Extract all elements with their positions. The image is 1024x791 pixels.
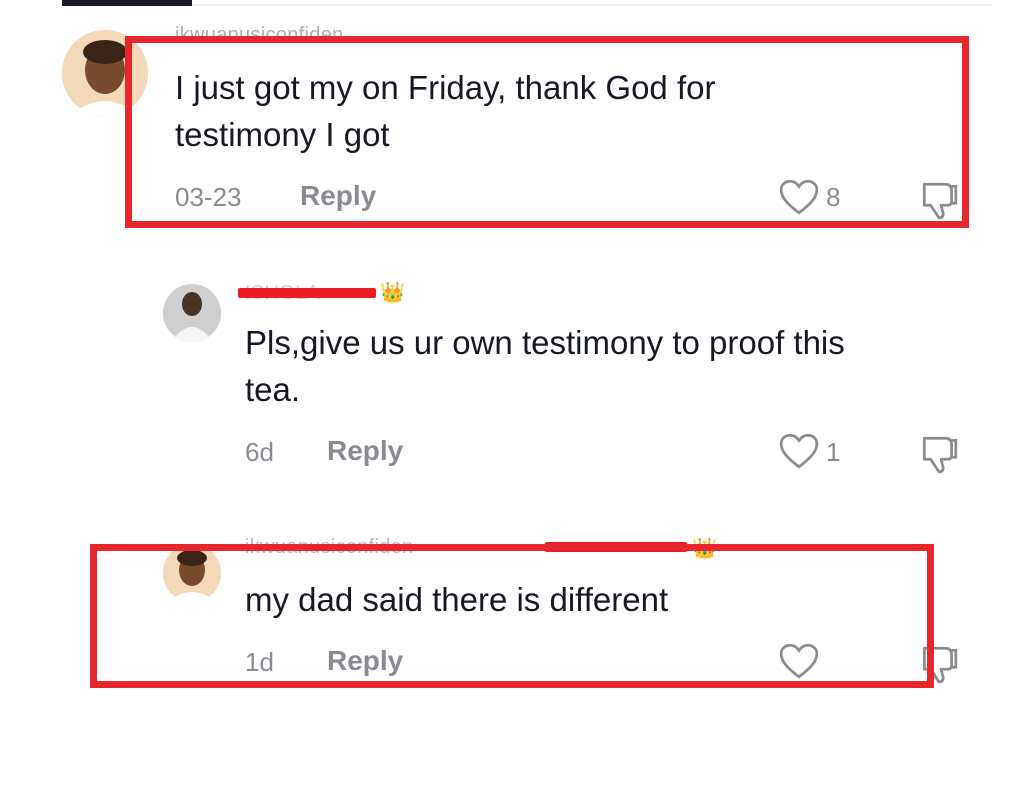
heart-outline-icon[interactable] xyxy=(778,178,820,216)
comment-text-line: my dad said there is different xyxy=(245,581,669,618)
avatar-image xyxy=(163,544,221,602)
dislike-thumb-icon[interactable] xyxy=(918,642,960,684)
username[interactable]: ikwuanusiconfiden xyxy=(245,536,414,559)
comment-date: 1d xyxy=(245,647,274,677)
heart-outline-icon[interactable] xyxy=(778,642,820,680)
reply-button[interactable]: Reply xyxy=(327,645,403,677)
like-count: 1 xyxy=(826,437,841,467)
comment-item: ikwuanusiconfiden I just got my on Frida… xyxy=(0,0,1024,240)
reply-button[interactable]: Reply xyxy=(300,180,376,212)
username[interactable]: ikwuanusiconfiden xyxy=(175,24,344,47)
avatar[interactable] xyxy=(62,30,148,116)
comment-text-line: tea. xyxy=(245,371,301,408)
comments-screen: ikwuanusiconfiden I just got my on Frida… xyxy=(0,0,1024,791)
reply-comment-item: ISHOLA 👑 Pls,give us ur own testimony to… xyxy=(0,260,1024,500)
heart-outline-icon[interactable] xyxy=(778,432,820,470)
dislike-thumb-icon[interactable] xyxy=(918,432,960,474)
comment-text-line: Pls,give us ur own testimony to proof th… xyxy=(245,324,845,361)
crown-badge: 👑 xyxy=(380,282,405,304)
avatar-image xyxy=(62,30,148,116)
avatar[interactable] xyxy=(163,544,221,602)
dislike-thumb-icon[interactable] xyxy=(918,178,960,220)
comment-text-line: testimony I got xyxy=(175,116,390,153)
reply-button[interactable]: Reply xyxy=(327,435,403,467)
avatar[interactable] xyxy=(163,284,221,342)
comment-date: 03-23 xyxy=(175,182,242,212)
comment-date: 6d xyxy=(245,437,274,467)
redaction-mark xyxy=(238,288,376,298)
like-count: 8 xyxy=(826,182,841,212)
avatar-image xyxy=(163,284,221,342)
reply-comment-item: ikwuanusiconfiden 👑 my dad said there is… xyxy=(0,520,1024,700)
redaction-mark xyxy=(545,542,687,552)
comment-text-line: I just got my on Friday, thank God for xyxy=(175,69,716,106)
crown-badge: 👑 xyxy=(692,538,717,560)
